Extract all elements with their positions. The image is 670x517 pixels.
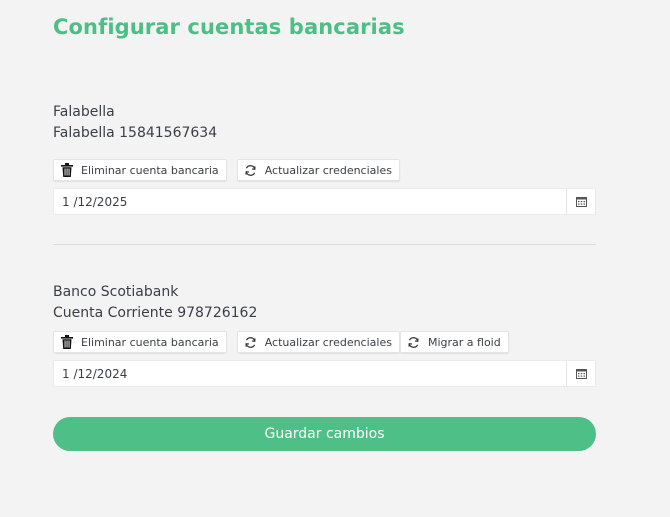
delete-account-button[interactable]: Eliminar cuenta bancaria (53, 159, 227, 181)
calendar-button[interactable] (566, 361, 595, 386)
delete-account-button[interactable]: Eliminar cuenta bancaria (53, 331, 227, 353)
delete-account-label: Eliminar cuenta bancaria (81, 163, 219, 177)
date-field (53, 188, 596, 215)
account-actions: Eliminar cuenta bancaria Actualizar cred… (53, 331, 596, 353)
date-input[interactable] (54, 189, 566, 214)
update-credentials-button[interactable]: Actualizar credenciales (236, 159, 400, 181)
page-title: Configurar cuentas bancarias (53, 15, 405, 39)
bank-name: Banco Scotiabank (53, 284, 179, 300)
trash-icon (60, 163, 74, 177)
bank-account-section: Falabella Falabella 15841567634 Eliminar… (53, 102, 596, 215)
bank-account-number: Cuenta Corriente 978726162 (53, 305, 258, 321)
update-credentials-label: Actualizar credenciales (264, 163, 392, 177)
calendar-button[interactable] (566, 189, 595, 214)
update-credentials-button[interactable]: Actualizar credenciales (236, 331, 400, 353)
trash-icon (60, 335, 74, 349)
delete-account-label: Eliminar cuenta bancaria (81, 335, 219, 349)
bank-account-section: Banco Scotiabank Cuenta Corriente 978726… (53, 282, 596, 387)
update-credentials-label: Actualizar credenciales (264, 335, 392, 349)
account-actions: Eliminar cuenta bancaria Actualizar cred… (53, 159, 596, 181)
calendar-icon (575, 364, 587, 383)
refresh-icon (244, 163, 258, 177)
date-input[interactable] (54, 361, 566, 386)
save-changes-button[interactable]: Guardar cambios (53, 417, 596, 451)
migrate-to-floid-button[interactable]: Migrar a floid (399, 331, 509, 353)
section-divider (53, 244, 596, 245)
migrate-to-floid-label: Migrar a floid (427, 335, 501, 349)
bank-name: Falabella (53, 104, 115, 120)
calendar-icon (575, 192, 587, 211)
bank-account-number: Falabella 15841567634 (53, 125, 218, 141)
refresh-icon (407, 335, 421, 349)
refresh-icon (244, 335, 258, 349)
date-field (53, 360, 596, 387)
